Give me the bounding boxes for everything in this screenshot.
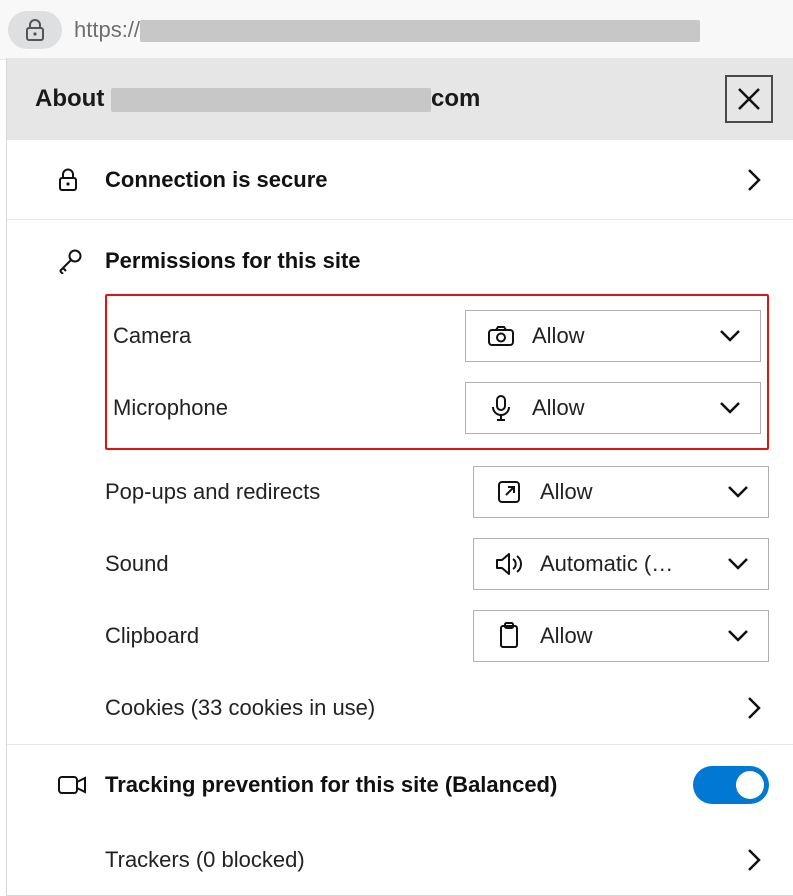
popup-icon: [492, 479, 526, 505]
permissions-heading: Permissions for this site: [105, 248, 361, 274]
permission-select-sound[interactable]: Automatic (…: [473, 538, 769, 590]
camera-tracker-icon: [57, 774, 105, 796]
cookies-row[interactable]: Cookies (33 cookies in use): [105, 672, 769, 744]
trackers-label: Trackers (0 blocked): [105, 847, 739, 873]
permission-label: Clipboard: [105, 623, 473, 649]
chevron-down-icon: [718, 401, 742, 415]
chevron-right-icon: [739, 696, 769, 720]
url-text[interactable]: https://x: [74, 17, 700, 43]
permission-row-camera: Camera Allow: [113, 300, 761, 372]
site-identity-button[interactable]: [8, 11, 62, 49]
trackers-row[interactable]: Trackers (0 blocked): [105, 824, 769, 896]
tracking-label: Tracking prevention for this site (Balan…: [105, 772, 693, 798]
permission-label: Microphone: [113, 395, 465, 421]
lock-icon: [57, 167, 105, 193]
permission-select-microphone[interactable]: Allow: [465, 382, 761, 434]
connection-row[interactable]: Connection is secure: [7, 140, 793, 220]
highlighted-permissions: Camera Allow Microphone: [105, 294, 769, 450]
connection-label: Connection is secure: [105, 167, 739, 193]
url-scheme: https://: [74, 17, 140, 42]
close-button[interactable]: [725, 75, 773, 123]
cookies-label: Cookies (33 cookies in use): [105, 695, 739, 721]
panel-title: About xcom: [35, 85, 480, 113]
lock-icon: [24, 18, 46, 42]
trackers-block: Trackers (0 blocked): [7, 824, 793, 896]
permission-select-camera[interactable]: Allow: [465, 310, 761, 362]
permissions-list: Camera Allow Microphone: [7, 294, 793, 744]
permission-select-popups[interactable]: Allow: [473, 466, 769, 518]
tracking-prevention-row: Tracking prevention for this site (Balan…: [7, 744, 793, 824]
panel-title-host-blurred: x: [111, 88, 431, 112]
permissions-heading-row: Permissions for this site: [7, 220, 793, 294]
site-info-panel: About xcom Connection is secure: [6, 58, 793, 896]
close-icon: [736, 86, 762, 112]
chevron-right-icon: [739, 848, 769, 872]
panel-header: About xcom: [7, 58, 793, 140]
key-icon: [57, 248, 105, 274]
permission-label: Sound: [105, 551, 473, 577]
sound-icon: [492, 551, 526, 577]
camera-icon: [484, 325, 518, 347]
permission-row-clipboard: Clipboard Allow: [105, 600, 769, 672]
chevron-down-icon: [726, 629, 750, 643]
chevron-down-icon: [726, 485, 750, 499]
chevron-down-icon: [726, 557, 750, 571]
permission-row-sound: Sound Automatic (…: [105, 528, 769, 600]
permission-label: Camera: [113, 323, 465, 349]
permission-select-clipboard[interactable]: Allow: [473, 610, 769, 662]
chevron-right-icon: [739, 168, 769, 192]
chevron-down-icon: [718, 329, 742, 343]
permission-row-popups: Pop-ups and redirects Allow: [105, 456, 769, 528]
permission-label: Pop-ups and redirects: [105, 479, 473, 505]
toggle-knob: [736, 771, 764, 799]
microphone-icon: [484, 394, 518, 422]
tracking-toggle[interactable]: [693, 766, 769, 804]
permission-row-microphone: Microphone Allow: [113, 372, 761, 444]
clipboard-icon: [492, 622, 526, 650]
address-bar[interactable]: https://x: [0, 0, 793, 60]
url-host-blurred: x: [140, 20, 700, 42]
